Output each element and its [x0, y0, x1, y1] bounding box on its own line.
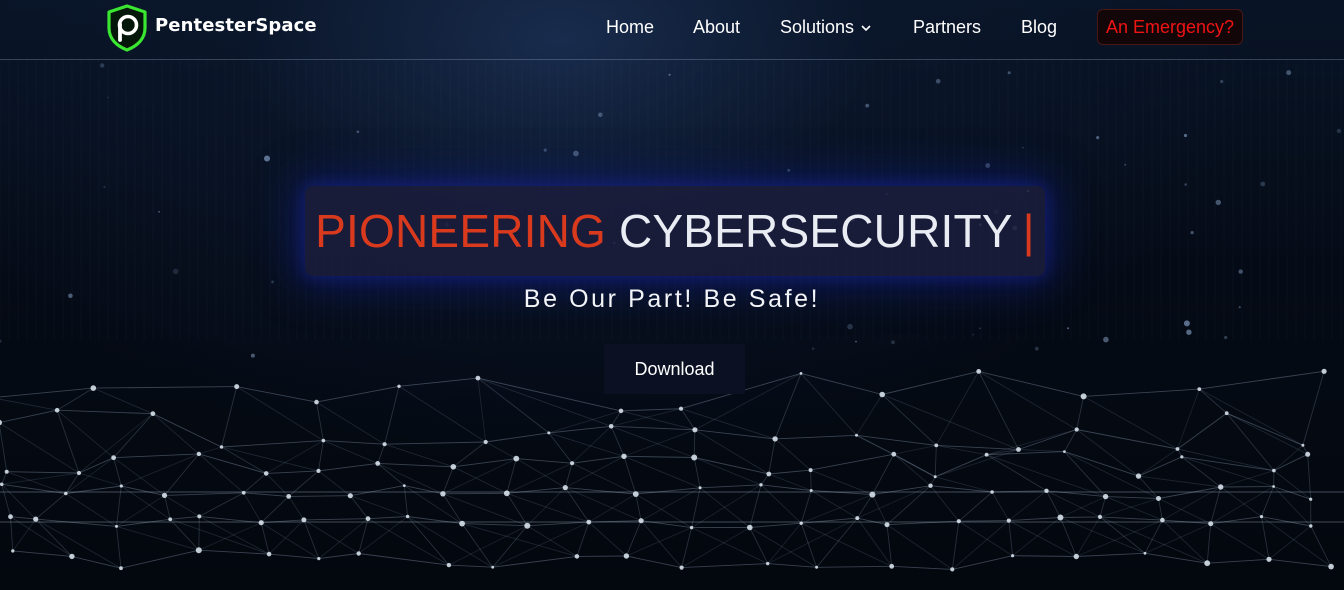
headline-box: PIONEERING CYBERSECURITY | [305, 186, 1045, 276]
nav-about-link[interactable]: About [693, 16, 740, 38]
headline-main-word: CYBERSECURITY [618, 205, 1013, 257]
nav-blog-link[interactable]: Blog [1021, 16, 1057, 38]
nav-home-link[interactable]: Home [606, 16, 654, 38]
typing-cursor: | [1022, 205, 1035, 257]
nav-solutions-link[interactable]: Solutions [780, 16, 872, 38]
download-button[interactable]: Download [604, 344, 745, 394]
nav-partners-link[interactable]: Partners [913, 16, 981, 38]
hero-tagline: Be Our Part! Be Safe! [523, 285, 821, 313]
headline-accent-word: PIONEERING [315, 205, 606, 257]
top-navigation-bar: PentesterSpace Home About Solutions Part… [0, 0, 1344, 60]
chevron-down-icon [861, 25, 871, 32]
emergency-button[interactable]: An Emergency? [1097, 9, 1243, 45]
hero-headline: PIONEERING CYBERSECURITY | [315, 204, 1035, 258]
nav-solutions-label: Solutions [780, 17, 855, 37]
